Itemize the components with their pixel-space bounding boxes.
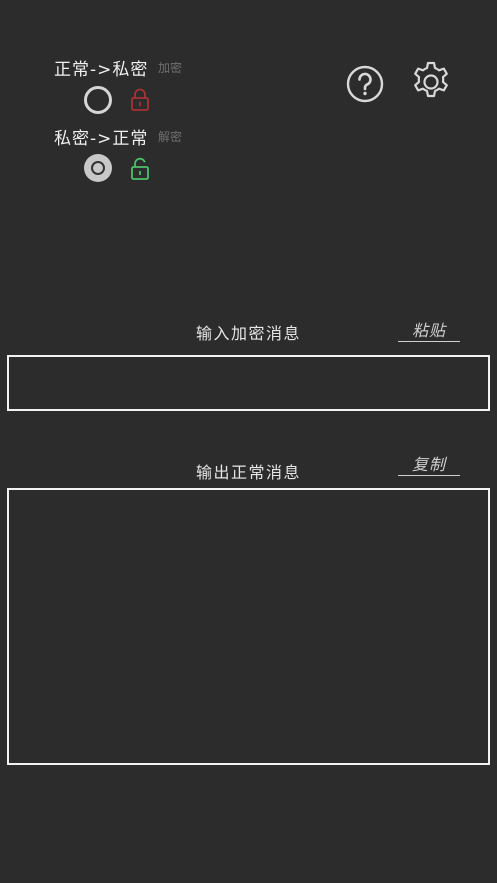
copy-button[interactable]: 复制 <box>398 451 460 475</box>
copy-underline <box>398 475 460 476</box>
encrypt-mode-sublabel: 加密 <box>158 61 183 75</box>
encrypted-message-input[interactable] <box>7 355 490 411</box>
paste-button[interactable]: 粘贴 <box>398 317 460 341</box>
help-icon[interactable] <box>346 65 384 103</box>
paste-underline <box>398 341 460 342</box>
lock-closed-icon <box>131 88 149 111</box>
decrypt-mode-sublabel: 解密 <box>158 130 183 144</box>
decrypt-radio[interactable] <box>84 154 112 182</box>
plain-message-output[interactable] <box>7 488 490 765</box>
encrypt-mode-label: 正常->私密 <box>54 60 149 80</box>
radio-selected-dot <box>91 161 105 175</box>
gear-icon[interactable] <box>409 60 453 104</box>
encrypt-radio[interactable] <box>84 86 112 114</box>
decrypt-mode-label: 私密->正常 <box>54 129 149 149</box>
lock-open-icon <box>131 157 149 180</box>
